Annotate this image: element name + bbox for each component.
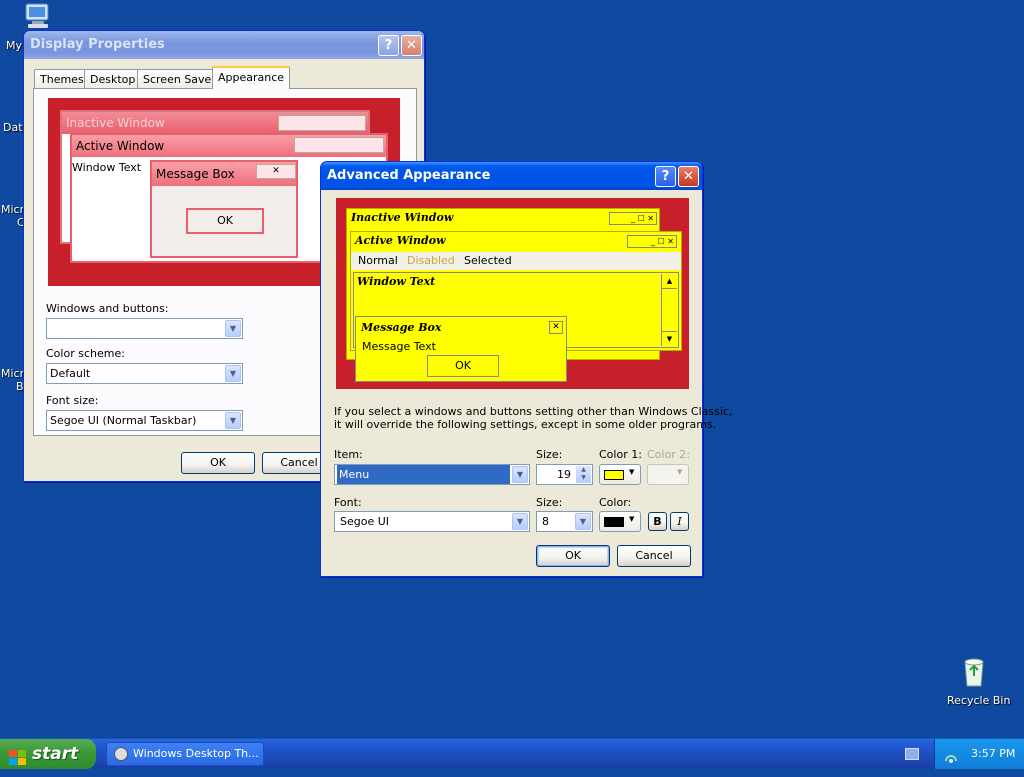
taskbar-item-label: Windows Desktop Th... bbox=[133, 747, 259, 760]
item-select[interactable]: Menu ▼ bbox=[334, 464, 530, 485]
recycle-bin-label: Recycle Bin bbox=[947, 694, 1011, 707]
chevron-down-icon: ▼ bbox=[512, 466, 528, 483]
chevron-down-icon: ▼ bbox=[225, 412, 241, 429]
advanced-appearance-titlebar[interactable]: Advanced Appearance ? ✕ bbox=[321, 162, 702, 190]
preview-inactive-caption-buttons bbox=[278, 115, 366, 131]
preview-active-caption-buttons bbox=[294, 137, 384, 153]
chevron-down-icon: ▼ bbox=[575, 513, 591, 530]
my-computer-label: My bbox=[6, 39, 23, 52]
font-value: Segoe UI bbox=[340, 515, 390, 528]
preview-message-box: Message Box ✕ Message Text OK bbox=[355, 316, 567, 382]
preview-message-box: Message Box ✕ OK bbox=[150, 160, 298, 258]
chevron-down-icon: ▼ bbox=[629, 515, 635, 523]
desktop-themes-icon bbox=[114, 747, 128, 761]
chevron-down-icon: ▼ bbox=[225, 365, 241, 382]
windows-buttons-select[interactable]: ▼ bbox=[46, 318, 243, 339]
chevron-down-icon: ▼ bbox=[512, 513, 528, 530]
preview-close-icon: ✕ bbox=[549, 321, 563, 334]
font-size-select[interactable]: Segoe UI (Normal Taskbar) ▼ bbox=[46, 410, 243, 431]
info-text-line1: If you select a windows and buttons sett… bbox=[334, 405, 733, 418]
cancel-button[interactable]: Cancel bbox=[617, 545, 691, 567]
desktop-icon-label-dat[interactable]: Dat bbox=[3, 121, 23, 134]
advanced-appearance-window: Advanced Appearance ? ✕ Inactive Window … bbox=[320, 161, 732, 577]
ok-button[interactable]: OK bbox=[536, 545, 610, 567]
start-button[interactable]: start bbox=[0, 739, 96, 769]
preview-caption-buttons: _ ☐ ✕ bbox=[627, 235, 677, 248]
font-size-value: Segoe UI (Normal Taskbar) bbox=[50, 414, 197, 427]
preview-window-text: Window Text bbox=[357, 275, 436, 288]
font-select[interactable]: Segoe UI ▼ bbox=[334, 511, 530, 532]
preview-menu-bar: Normal Disabled Selected bbox=[351, 252, 681, 270]
preview-caption-buttons: _ ☐ ✕ bbox=[609, 212, 657, 225]
tab-screen-saver[interactable]: Screen Saver bbox=[137, 69, 222, 89]
chevron-down-icon: ▼ bbox=[225, 320, 241, 337]
system-tray: 3:57 PM bbox=[934, 739, 1024, 769]
advanced-preview: Inactive Window _ ☐ ✕ Active Window _ ☐ … bbox=[336, 198, 689, 389]
ok-button[interactable]: OK bbox=[181, 452, 255, 474]
font-color-picker[interactable]: ▼ bbox=[599, 511, 641, 532]
window-title: Display Properties bbox=[30, 37, 165, 52]
network-icon[interactable] bbox=[944, 747, 958, 763]
color1-label: Color 1: bbox=[599, 448, 642, 461]
font-size-label: Font size: bbox=[46, 394, 99, 407]
info-text-line2: it will override the following settings,… bbox=[334, 418, 717, 431]
font-color-swatch bbox=[604, 517, 624, 527]
spinner-arrows-icon[interactable]: ▲ ▼ bbox=[576, 466, 591, 483]
preview-ok-button: OK bbox=[186, 208, 264, 234]
font-size-value: 8 bbox=[542, 515, 549, 528]
color2-label: Color 2: bbox=[647, 448, 690, 461]
scroll-down-icon: ▼ bbox=[662, 331, 677, 346]
scroll-up-icon: ▲ bbox=[662, 274, 677, 289]
font-label: Font: bbox=[334, 496, 362, 509]
taskbar-item-display-properties[interactable]: Windows Desktop Th... bbox=[106, 742, 264, 766]
color1-picker[interactable]: ▼ bbox=[599, 464, 641, 485]
display-properties-titlebar[interactable]: Display Properties ? ✕ bbox=[24, 31, 424, 59]
preview-message-box-title: Message Box bbox=[361, 321, 442, 334]
font-size-select[interactable]: 8 ▼ bbox=[536, 511, 593, 532]
recycle-bin-icon bbox=[958, 656, 990, 688]
start-label: start bbox=[32, 744, 79, 764]
color1-swatch bbox=[604, 470, 624, 480]
menu-normal: Normal bbox=[358, 254, 398, 267]
chevron-down-icon: ▼ bbox=[677, 468, 683, 476]
item-value: Menu bbox=[337, 465, 510, 484]
windows-logo-icon bbox=[9, 746, 26, 765]
color-scheme-value: Default bbox=[50, 367, 91, 380]
item-label: Item: bbox=[334, 448, 363, 461]
help-button[interactable]: ? bbox=[378, 35, 399, 56]
help-button[interactable]: ? bbox=[655, 166, 676, 187]
item-size-label: Size: bbox=[536, 448, 563, 461]
italic-button[interactable]: I bbox=[670, 512, 689, 531]
bold-button[interactable]: B bbox=[648, 512, 667, 531]
menu-disabled: Disabled bbox=[407, 254, 455, 267]
tab-themes[interactable]: Themes bbox=[34, 69, 90, 89]
close-button[interactable]: ✕ bbox=[401, 35, 422, 56]
menu-selected: Selected bbox=[464, 254, 512, 267]
preview-active-title: Active Window bbox=[355, 234, 446, 247]
tab-desktop[interactable]: Desktop bbox=[84, 69, 142, 89]
windows-buttons-label: Windows and buttons: bbox=[46, 302, 169, 315]
preview-inactive-title: Inactive Window bbox=[351, 211, 454, 224]
keyboard-icon[interactable] bbox=[905, 748, 919, 760]
item-size-spinner[interactable]: 19 ▲ ▼ bbox=[536, 464, 593, 485]
tab-appearance[interactable]: Appearance bbox=[212, 66, 291, 89]
computer-icon bbox=[22, 2, 54, 30]
close-button[interactable]: ✕ bbox=[678, 166, 699, 187]
font-size-label: Size: bbox=[536, 496, 563, 509]
preview-window-text: Window Text bbox=[72, 161, 142, 174]
item-size-value: 19 bbox=[557, 468, 571, 481]
preview-message-text: Message Text bbox=[362, 340, 436, 353]
color-scheme-label: Color scheme: bbox=[46, 347, 125, 360]
preview-scrollbar: ▲ ▼ bbox=[661, 274, 677, 346]
window-title: Advanced Appearance bbox=[327, 168, 491, 183]
clock[interactable]: 3:57 PM bbox=[971, 739, 1015, 769]
preview-close-icon: ✕ bbox=[256, 164, 296, 179]
font-color-label: Color: bbox=[599, 496, 632, 509]
color-scheme-select[interactable]: Default ▼ bbox=[46, 363, 243, 384]
preview-ok-button: OK bbox=[427, 355, 499, 377]
chevron-down-icon: ▼ bbox=[629, 468, 635, 476]
color2-picker[interactable]: ▼ bbox=[647, 464, 689, 485]
taskbar: start Windows Desktop Th... 3:57 PM bbox=[0, 738, 1024, 769]
